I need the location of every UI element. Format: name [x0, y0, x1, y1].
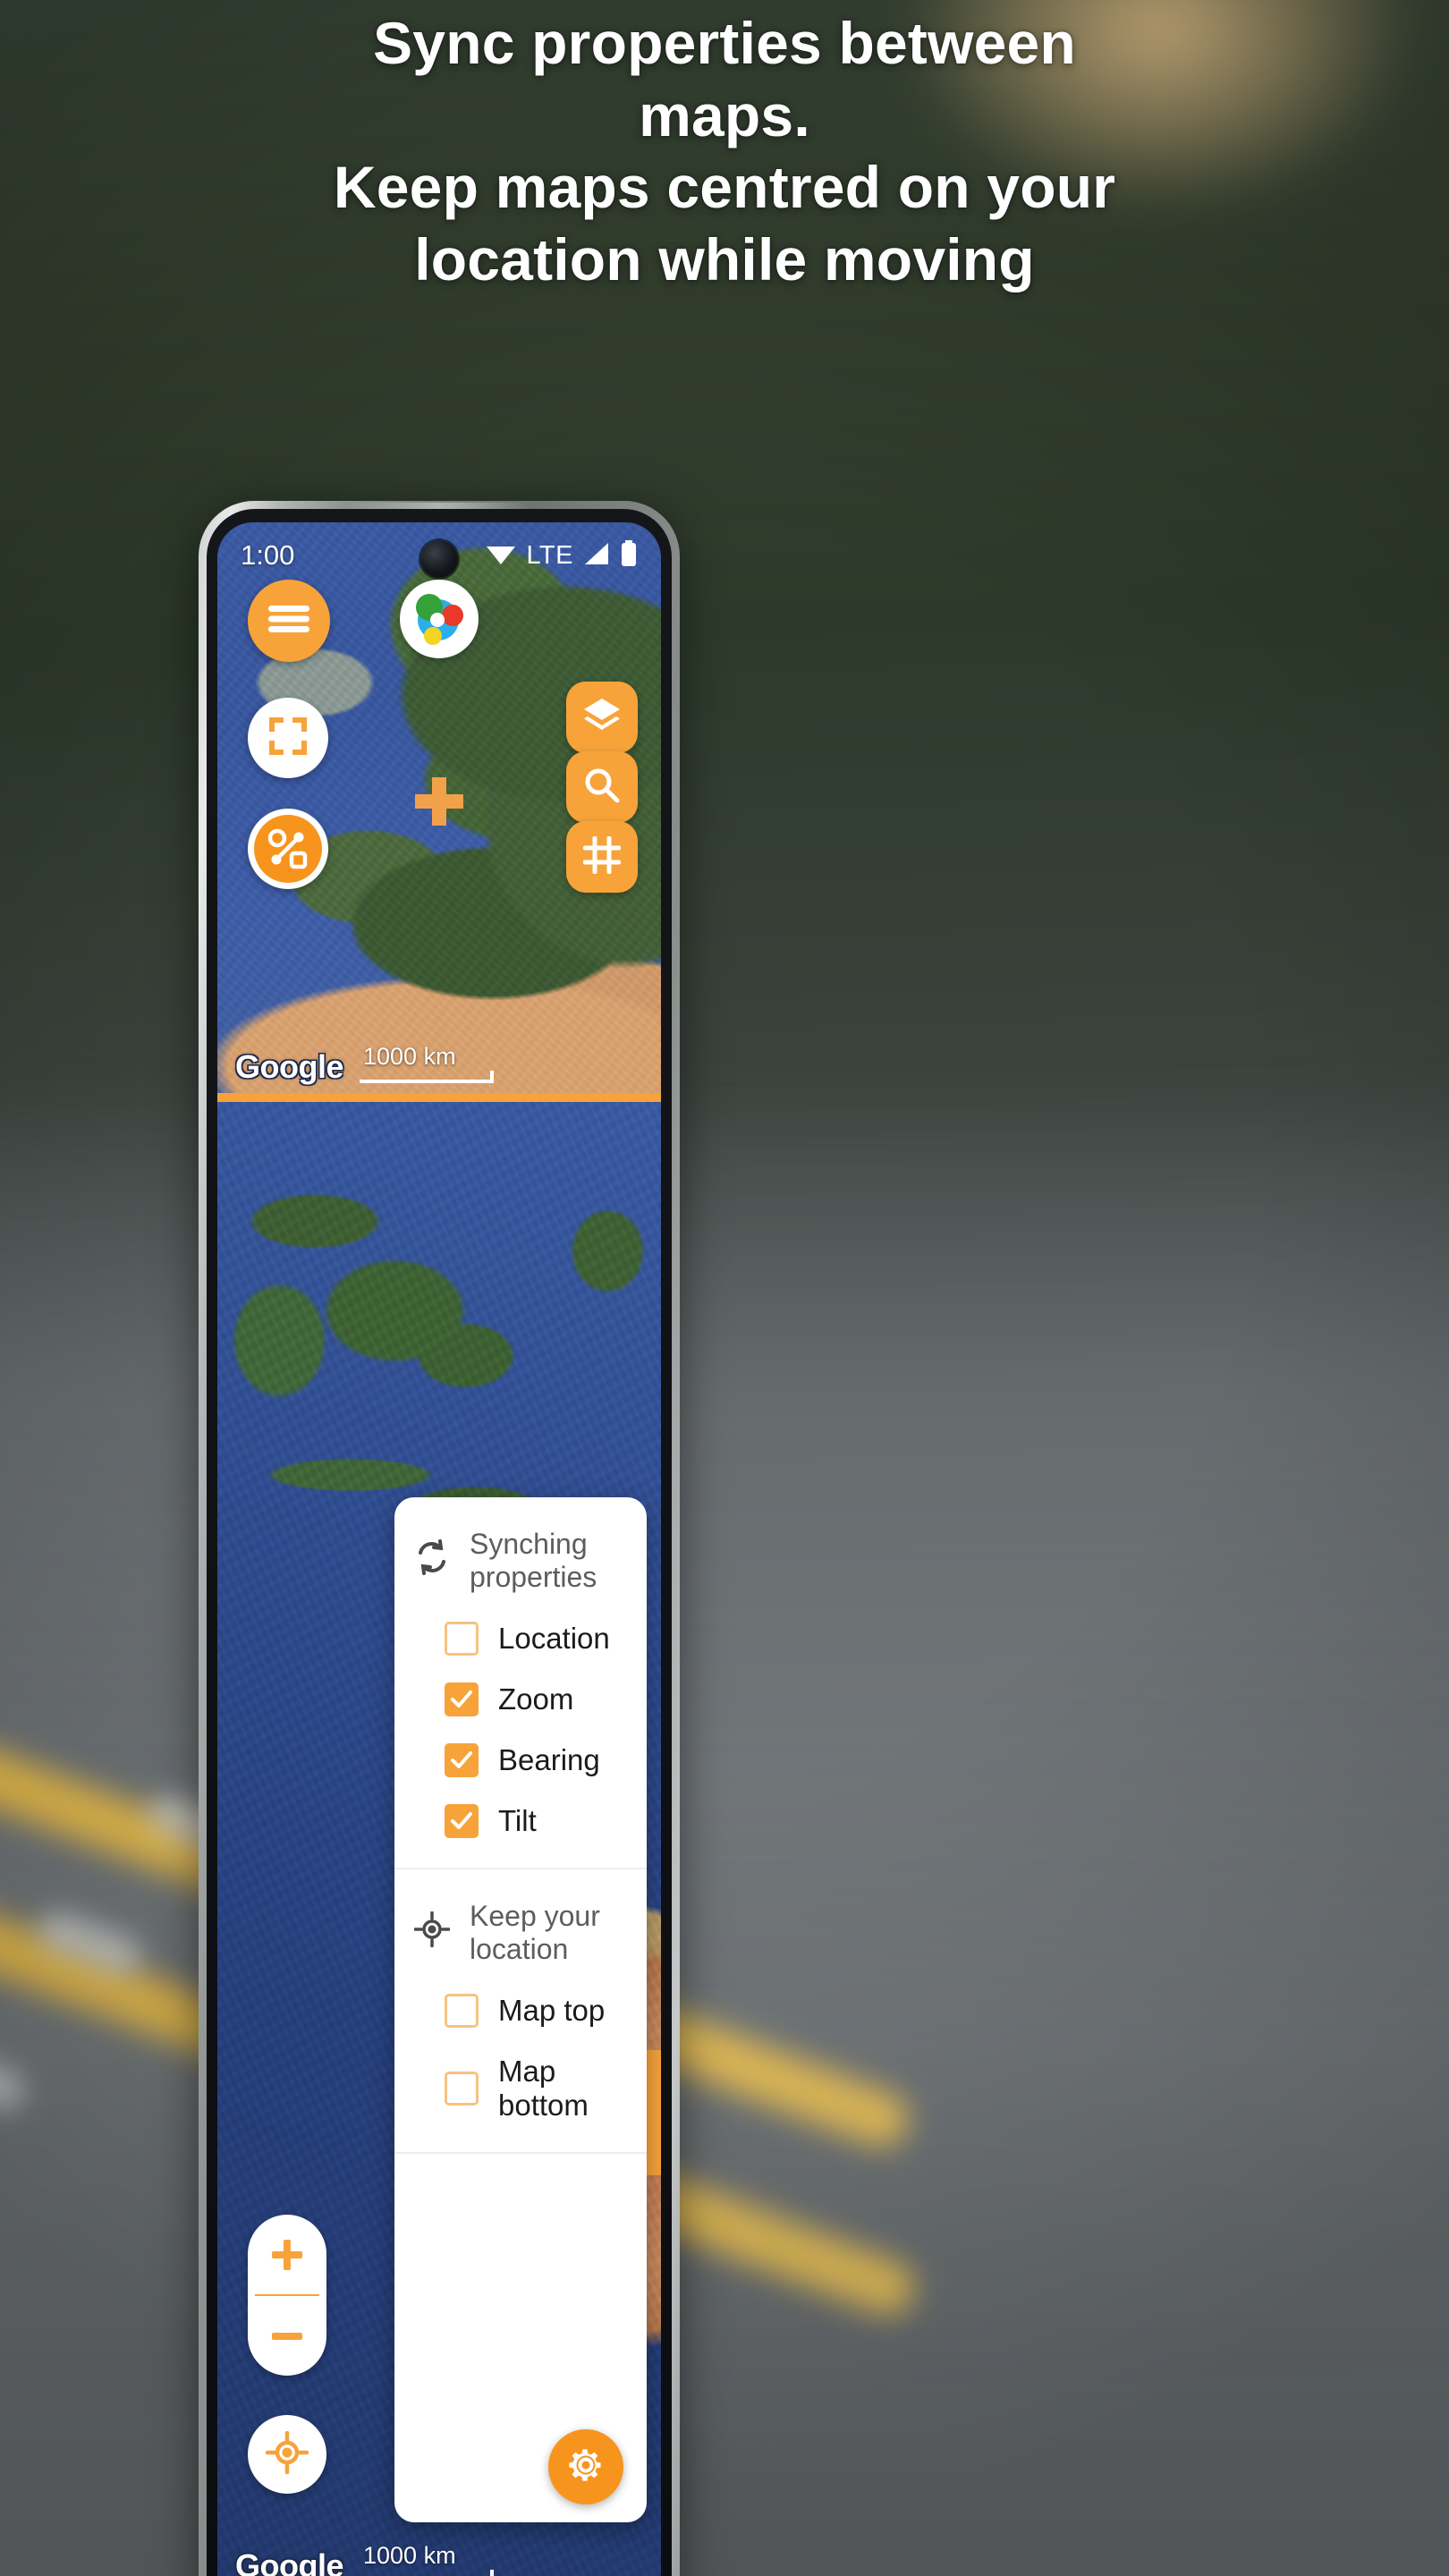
fullscreen-icon — [269, 716, 307, 759]
sync-maps-icon — [254, 815, 322, 883]
my-location-icon — [265, 2430, 309, 2479]
map-scale: 1000 km — [360, 2542, 494, 2576]
map-top-attribution: Google 1000 km — [235, 1043, 494, 1086]
checkbox-row-tilt[interactable]: Tilt — [394, 1791, 647, 1852]
sync-settings-dialog: Synching properties Location Zoom Bearin… — [394, 1497, 647, 2522]
settings-button[interactable] — [548, 2429, 623, 2504]
headline-line-1: Sync properties between — [373, 10, 1076, 76]
battery-icon — [620, 539, 638, 572]
map-scale-label: 1000 km — [363, 2542, 456, 2569]
checkbox-row-zoom[interactable]: Zoom — [394, 1669, 647, 1730]
sync-refresh-icon — [414, 1539, 450, 1582]
my-location-target-icon — [413, 1911, 451, 1954]
my-location-button[interactable] — [248, 2415, 326, 2494]
zoom-checkbox[interactable] — [445, 1682, 479, 1716]
keep-location-header: Keep your location — [394, 1875, 647, 1980]
checkbox-row-location[interactable]: Location — [394, 1608, 647, 1669]
synching-properties-header: Synching properties — [394, 1503, 647, 1608]
crosshair-marker — [415, 777, 463, 826]
map-scale-bar — [360, 1071, 494, 1083]
headline-line-4: location while moving — [414, 225, 1035, 292]
checkbox-label: Map top — [498, 1994, 606, 2027]
synching-properties-section: Synching properties Location Zoom Bearin… — [394, 1497, 647, 1857]
sync-maps-button[interactable] — [248, 809, 328, 889]
phone-screen: 1:00 LTE Google 1000 km Google 1000 km S… — [217, 522, 661, 2576]
checkbox-row-map-top[interactable]: Map top — [394, 1980, 647, 2041]
map-scale-label: 1000 km — [363, 1043, 456, 1070]
status-icons: LTE — [486, 539, 638, 572]
bearing-checkbox[interactable] — [445, 1743, 479, 1777]
map-bottom-checkbox[interactable] — [445, 2072, 479, 2106]
app-logo[interactable] — [400, 580, 479, 658]
map-top-checkbox[interactable] — [445, 1994, 479, 2028]
checkbox-row-bearing[interactable]: Bearing — [394, 1730, 647, 1791]
cellular-signal-icon — [583, 542, 610, 570]
location-checkbox[interactable] — [445, 1622, 479, 1656]
search-icon — [583, 767, 621, 809]
checkbox-label: Location — [498, 1622, 610, 1655]
status-clock: 1:00 — [241, 539, 295, 571]
synching-properties-title: Synching properties — [470, 1528, 597, 1593]
search-button[interactable] — [566, 751, 638, 823]
checkbox-row-map-bottom[interactable]: Map bottom — [394, 2041, 647, 2136]
app-logo-icon — [408, 586, 470, 653]
fullscreen-button[interactable] — [248, 698, 328, 778]
zoom-in-button[interactable] — [248, 2215, 326, 2294]
wifi-icon — [486, 542, 516, 570]
google-logo: Google — [235, 1048, 344, 1085]
menu-button[interactable] — [248, 580, 330, 662]
map-scale: 1000 km — [360, 1043, 494, 1086]
layers-icon — [582, 697, 622, 739]
gear-icon — [566, 2445, 606, 2489]
map-bottom-attribution: Google 1000 km — [235, 2542, 494, 2576]
grid-button[interactable] — [566, 821, 638, 893]
keep-location-section: Keep your location Map top Map bottom — [394, 1869, 647, 2141]
checkbox-label: Zoom — [498, 1682, 574, 1716]
dialog-footer — [394, 2154, 647, 2522]
earpiece-speaker — [350, 503, 529, 509]
map-divider — [217, 1093, 661, 1102]
zoom-controls — [248, 2215, 326, 2376]
front-camera-punch-hole — [420, 540, 458, 578]
google-logo: Google — [235, 2547, 344, 2576]
checkbox-label: Map bottom — [498, 2055, 589, 2122]
map-top[interactable]: 1:00 LTE Google 1000 km — [217, 522, 661, 1095]
hamburger-menu-icon — [268, 604, 309, 639]
network-type-label: LTE — [526, 540, 573, 570]
tilt-checkbox[interactable] — [445, 1804, 479, 1838]
phone-mockup: 1:00 LTE Google 1000 km Google 1000 km S… — [199, 501, 680, 2576]
map-scale-bar — [360, 2570, 494, 2576]
keep-location-title: Keep your location — [470, 1900, 600, 1965]
checkbox-label: Bearing — [498, 1743, 600, 1776]
headline-line-2: maps. — [639, 81, 810, 148]
headline-line-3: Keep maps centred on your — [333, 154, 1116, 221]
promo-headline: Sync properties between maps. Keep maps … — [0, 7, 1449, 295]
layers-button[interactable] — [566, 682, 638, 753]
grid-icon — [582, 835, 622, 878]
zoom-out-button[interactable] — [248, 2296, 326, 2376]
checkbox-label: Tilt — [498, 1804, 537, 1837]
